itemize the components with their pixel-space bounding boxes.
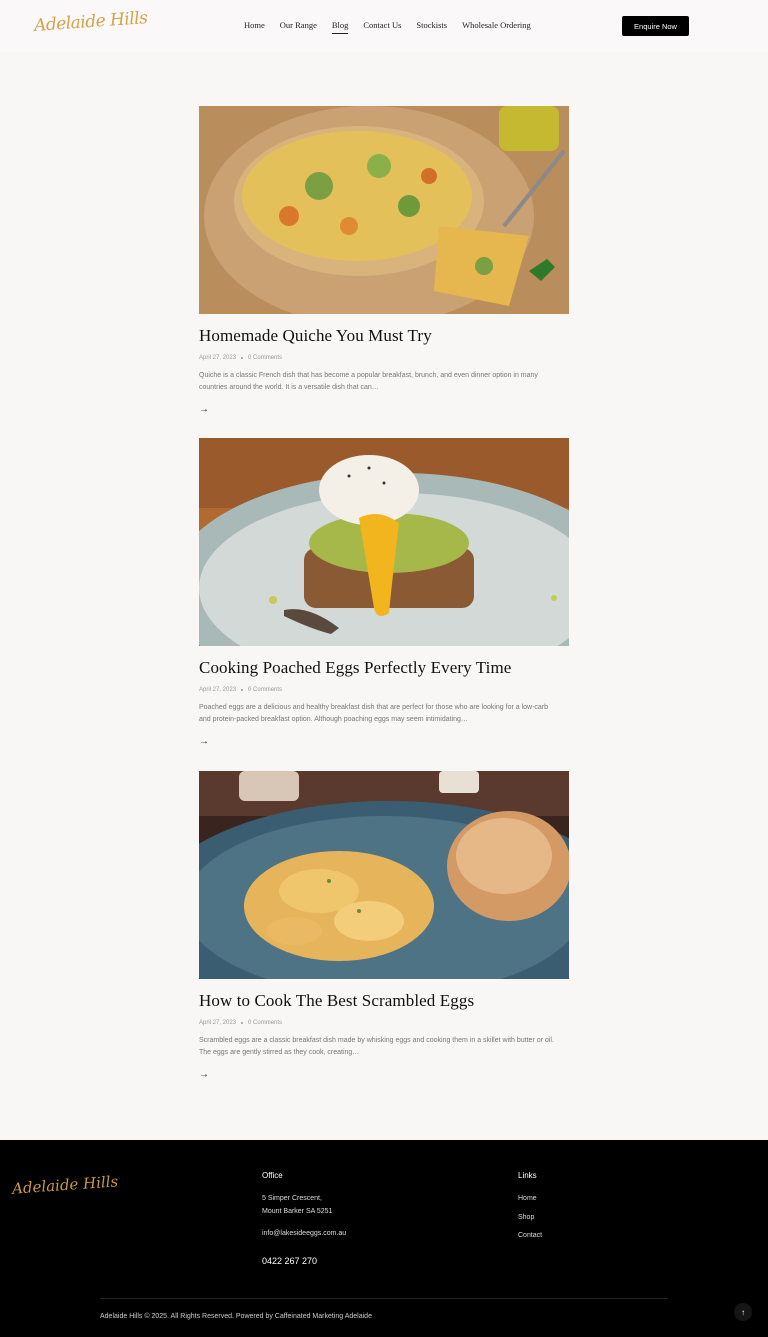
nav-wholesale-ordering[interactable]: Wholesale Ordering — [462, 20, 531, 30]
meta-separator — [241, 1022, 244, 1024]
post-title[interactable]: Cooking Poached Eggs Perfectly Every Tim… — [199, 658, 569, 678]
read-more-arrow-icon[interactable]: → — [199, 737, 569, 747]
nav-blog[interactable]: Blog — [331, 20, 348, 34]
site-header: Adelaide Hills Home Our Range Blog Conta… — [0, 0, 768, 52]
post-image-scrambled-eggs[interactable] — [199, 771, 569, 979]
address-line-1: 5 Simper Crescent, — [262, 1195, 322, 1202]
arrow-up-icon: ↑ — [741, 1307, 745, 1317]
post-comments[interactable]: 0 Comments — [248, 355, 282, 361]
site-footer: Adelaide Hills Office 5 Simper Crescent,… — [0, 1140, 768, 1337]
post-excerpt: Poached eggs are a delicious and healthy… — [199, 704, 549, 723]
post-title[interactable]: Homemade Quiche You Must Try — [199, 326, 569, 346]
post-title[interactable]: How to Cook The Best Scrambled Eggs — [199, 991, 569, 1011]
post-excerpt: Scrambled eggs are a classic breakfast d… — [199, 1037, 554, 1056]
post-meta: April 27, 2023 0 Comments — [199, 1020, 569, 1026]
main-nav: Home Our Range Blog Contact Us Stockists… — [244, 20, 546, 34]
meta-separator — [241, 689, 244, 691]
post-image-quiche[interactable] — [199, 106, 569, 314]
post-comments[interactable]: 0 Comments — [248, 1020, 282, 1026]
read-more-arrow-icon[interactable]: → — [199, 1070, 569, 1080]
post-meta: April 27, 2023 0 Comments — [199, 355, 569, 361]
office-heading: Office — [262, 1171, 283, 1180]
back-to-top-button[interactable]: ↑ — [734, 1303, 752, 1321]
read-more-arrow-icon[interactable]: → — [199, 405, 569, 415]
footer-email-link[interactable]: info@lakesideeggs.com.au — [262, 1227, 346, 1240]
footer-divider — [100, 1298, 668, 1299]
blog-post-card: Cooking Poached Eggs Perfectly Every Tim… — [199, 438, 569, 747]
blog-post-card: How to Cook The Best Scrambled Eggs Apri… — [199, 771, 569, 1080]
post-excerpt: Quiche is a classic French dish that has… — [199, 372, 538, 391]
footer-phone-link[interactable]: 0422 267 270 — [262, 1256, 317, 1266]
links-heading: Links — [518, 1171, 537, 1180]
post-date: April 27, 2023 — [199, 355, 237, 361]
footer-logo[interactable]: Adelaide Hills — [12, 1172, 119, 1197]
blog-post-card: Homemade Quiche You Must Try April 27, 2… — [199, 106, 569, 415]
post-date: April 27, 2023 — [199, 687, 237, 693]
site-logo[interactable]: Adelaide Hills — [33, 8, 148, 36]
nav-our-range[interactable]: Our Range — [280, 20, 317, 30]
post-meta: April 27, 2023 0 Comments — [199, 687, 569, 693]
post-date: April 27, 2023 — [199, 1020, 237, 1026]
footer-link-contact[interactable]: Contact — [518, 1229, 542, 1242]
enquire-now-button[interactable]: Enquire Now — [622, 16, 689, 36]
post-comments[interactable]: 0 Comments — [248, 687, 282, 693]
nav-stockists[interactable]: Stockists — [416, 20, 447, 30]
nav-contact-us[interactable]: Contact Us — [363, 20, 401, 30]
nav-home[interactable]: Home — [244, 20, 265, 30]
address-line-2: Mount Barker SA 5251 — [262, 1208, 333, 1215]
copyright-text: Adelaide Hills © 2025. All Rights Reserv… — [100, 1313, 372, 1320]
post-image-poached-egg[interactable] — [199, 438, 569, 646]
footer-link-home[interactable]: Home — [518, 1192, 537, 1205]
meta-separator — [241, 357, 244, 359]
footer-link-shop[interactable]: Shop — [518, 1211, 534, 1224]
